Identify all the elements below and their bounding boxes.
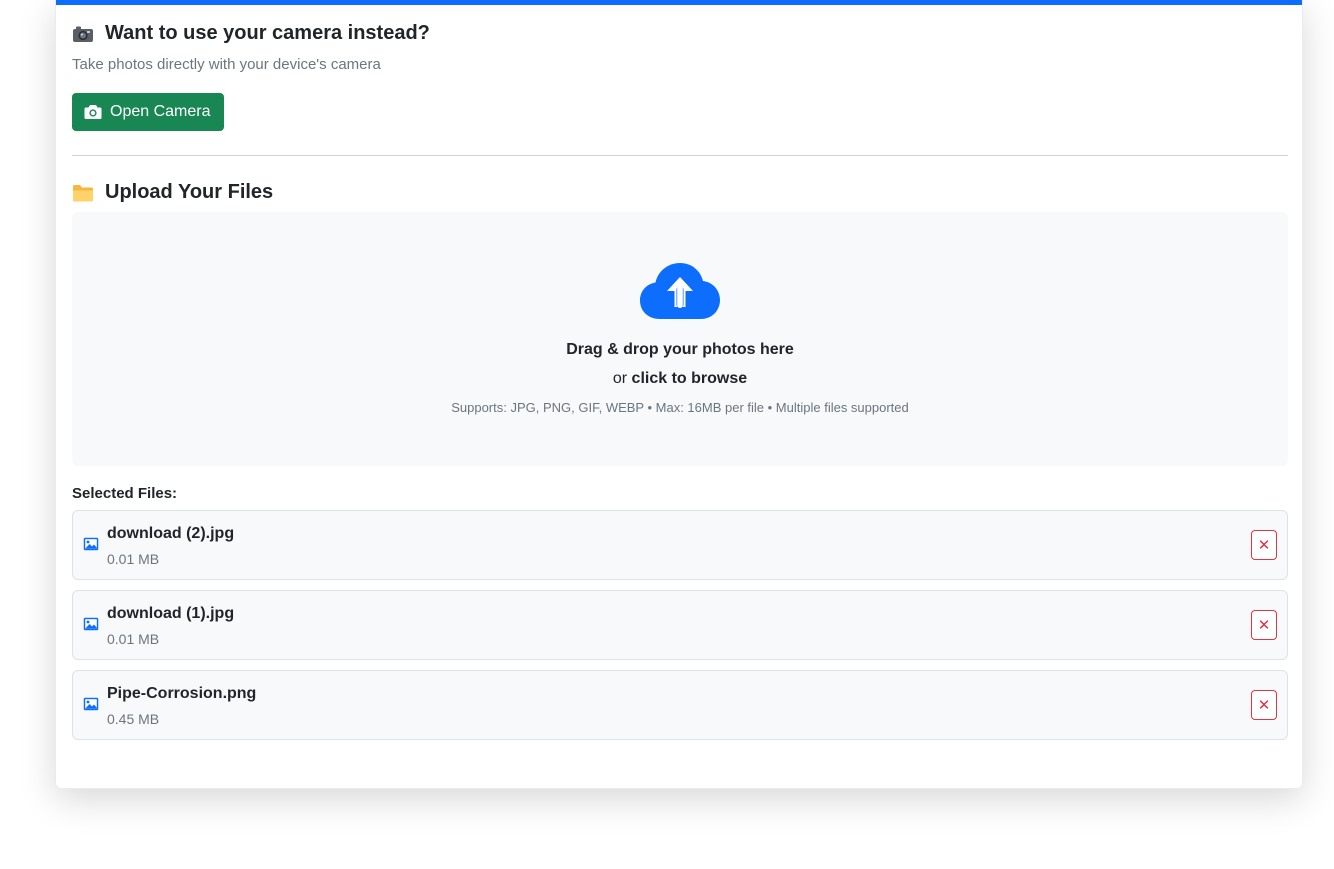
selected-files-label: Selected Files: — [72, 485, 178, 502]
open-camera-label: Open Camera — [110, 103, 211, 120]
file-name: download (2).jpg — [107, 525, 235, 542]
browse-instruction: or click to browse — [72, 370, 1288, 388]
image-file-icon — [83, 617, 99, 636]
file-size: 0.01 MB — [107, 551, 160, 567]
file-size: 0.01 MB — [107, 631, 160, 647]
top-accent-bar — [56, 0, 1302, 5]
file-list-item: Pipe-Corrosion.png 0.45 MB ✕ — [72, 670, 1288, 740]
upload-card: Want to use your camera instead? Take ph… — [55, 0, 1303, 789]
or-text: or — [612, 370, 628, 387]
upload-section-title: Upload Your Files — [72, 181, 273, 204]
image-file-icon — [83, 537, 99, 556]
open-camera-button[interactable]: Open Camera — [72, 93, 224, 131]
file-drop-zone[interactable]: Drag & drop your photos here or click to… — [72, 212, 1288, 466]
camera-icon — [72, 23, 94, 45]
file-list-item: download (1).jpg 0.01 MB ✕ — [72, 590, 1288, 660]
close-icon: ✕ — [1257, 616, 1271, 634]
close-icon: ✕ — [1257, 536, 1271, 554]
close-icon: ✕ — [1257, 696, 1271, 714]
drop-instruction: Drag & drop your photos here — [566, 341, 794, 358]
camera-button-icon — [84, 105, 102, 119]
remove-file-button[interactable]: ✕ — [1251, 530, 1277, 560]
upload-title-text: Upload Your Files — [105, 181, 274, 203]
file-list-item: download (2).jpg 0.01 MB ✕ — [72, 510, 1288, 580]
file-size: 0.45 MB — [107, 711, 160, 727]
click-to-browse-link[interactable]: click to browse — [632, 370, 748, 387]
image-file-icon — [83, 697, 99, 716]
folder-icon — [72, 182, 94, 204]
file-name: download (1).jpg — [107, 605, 235, 622]
file-name: Pipe-Corrosion.png — [107, 685, 257, 702]
camera-title-text: Want to use your camera instead? — [105, 22, 430, 44]
remove-file-button[interactable]: ✕ — [1251, 690, 1277, 720]
camera-subtitle: Take photos directly with your device's … — [72, 56, 381, 73]
camera-section-title: Want to use your camera instead? — [72, 22, 430, 45]
section-divider — [72, 155, 1288, 156]
supported-formats-note: Supports: JPG, PNG, GIF, WEBP • Max: 16M… — [451, 400, 909, 415]
remove-file-button[interactable]: ✕ — [1251, 610, 1277, 640]
cloud-upload-icon — [640, 262, 720, 325]
